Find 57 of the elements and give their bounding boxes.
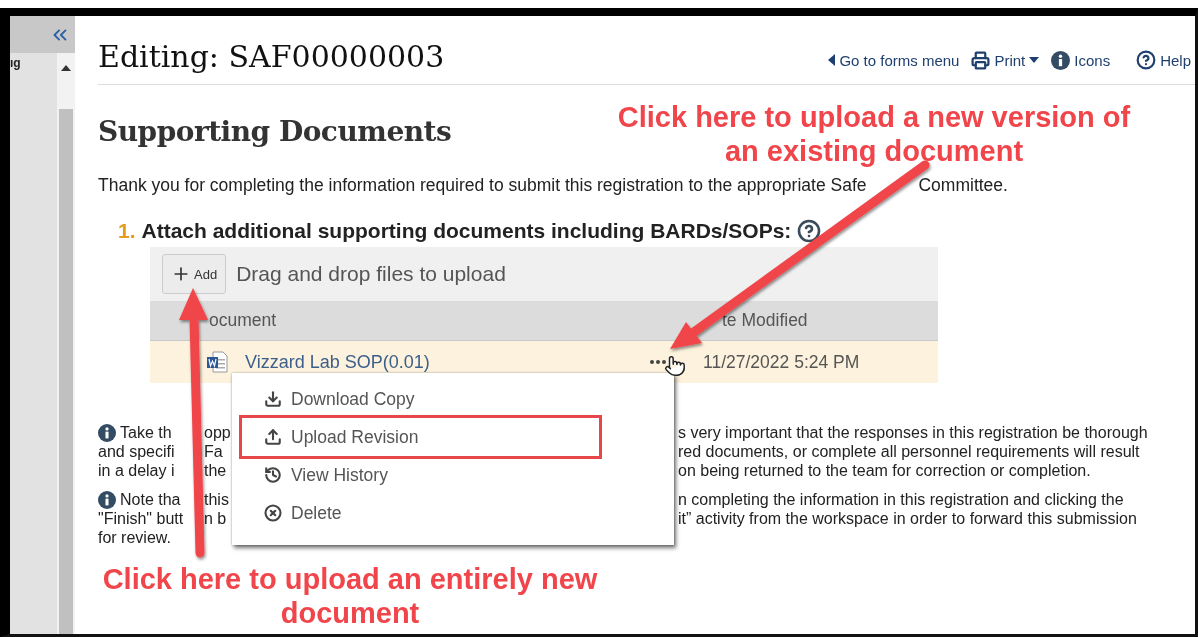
info-icon: [98, 423, 116, 442]
note-text: it” activity from the workspace in order to forward this submission: [678, 509, 1137, 528]
help-icon: [1136, 50, 1157, 70]
note-text: opp: [204, 423, 231, 441]
scroll-up-icon[interactable]: [61, 65, 71, 71]
info-icon: [98, 490, 116, 509]
section-title: Supporting Documents: [98, 115, 452, 148]
column-header: ocument: [208, 310, 278, 331]
more-icon[interactable]: [650, 360, 666, 364]
add-button[interactable]: Add: [162, 254, 227, 294]
page-title: Editing: SAF00000003: [98, 39, 445, 74]
note-text: n completing the information in this registration and clicking the: [678, 490, 1124, 509]
note-text: Note tha: [120, 490, 181, 509]
note-text: and specifi: [98, 442, 175, 461]
download-icon: [264, 390, 282, 408]
note-text: n b: [204, 509, 227, 527]
note-text: s very important that the responses in this registration be thorough: [678, 423, 1148, 442]
caret-left-icon: [828, 54, 836, 66]
intro-text: Committee.: [918, 176, 1008, 194]
caret-down-icon: [1029, 57, 1040, 63]
menu-item[interactable]: View History: [242, 456, 674, 494]
word-document-icon: [205, 350, 229, 374]
annotation-text: Click here to upload a new version of: [617, 100, 1131, 134]
note-text: "Finish" butt: [98, 509, 184, 528]
drop-hint: Drag and drop files to upload: [236, 262, 506, 286]
date-modified: 11/27/2022 5:24 PM: [703, 351, 860, 373]
menu-item[interactable]: Download Copy: [242, 380, 674, 418]
note-text: the: [204, 461, 227, 479]
note-text: red documents, or complete all personnel requirements will result: [678, 442, 1140, 461]
question-number: 1.: [118, 220, 136, 242]
column-header: te Modified: [722, 310, 809, 331]
annotation-text: document: [280, 596, 420, 630]
note-text: Take th: [120, 423, 172, 442]
toolbar-link[interactable]: Go to forms menu: [828, 51, 960, 69]
toolbar-link[interactable]: Print: [971, 50, 1040, 70]
note-text: Fa: [204, 442, 223, 460]
question-text: Attach additional supporting documents including BARDs/SOPs:: [141, 220, 792, 242]
upload-icon: [264, 428, 282, 446]
document-link[interactable]: Vizzard Lab SOP(0.01): [245, 351, 650, 373]
history-icon: [264, 466, 282, 484]
intro-text: Thank you for completing the information required to submit this registration to the appropriate Safe: [98, 176, 867, 194]
menu-item[interactable]: Upload Revision: [242, 418, 599, 456]
delete-icon: [264, 504, 282, 522]
sidebar-label: ıg: [10, 55, 22, 72]
printer-icon: [971, 50, 991, 70]
help-icon[interactable]: [797, 219, 822, 243]
toolbar-link[interactable]: Icons: [1051, 50, 1111, 70]
info-icon: [1051, 50, 1071, 70]
toolbar-link[interactable]: Help: [1136, 50, 1191, 70]
note-text: in a delay i: [98, 461, 175, 480]
annotation-text: an existing document: [724, 134, 1024, 168]
note-text: on being returned to the team for correction or completion.: [678, 461, 1091, 480]
scrollbar[interactable]: [57, 53, 75, 634]
menu-item[interactable]: Delete: [242, 494, 674, 532]
note-text: this: [204, 490, 229, 508]
annotation-text: Click here to upload an entirely new: [102, 562, 598, 596]
note-text: for review.: [98, 528, 171, 547]
